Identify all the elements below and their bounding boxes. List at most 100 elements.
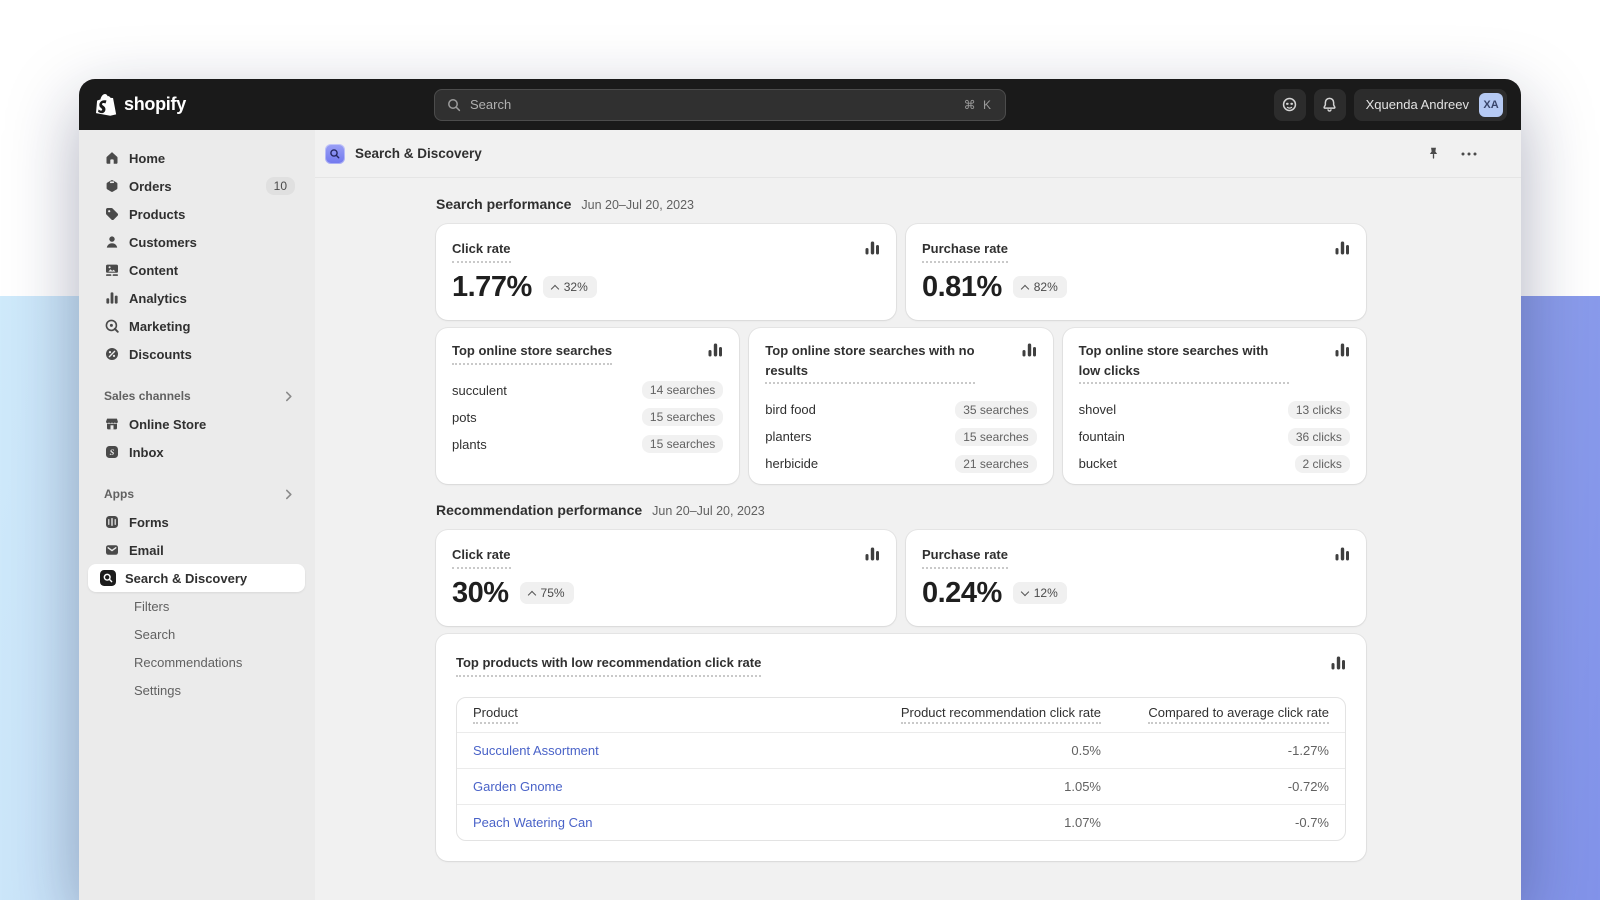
sidebar-item-forms[interactable]: Forms [88,508,305,536]
sidebar-item-label: Orders [129,179,172,194]
count-pill: 35 searches [955,401,1036,419]
search-term: bucket [1079,456,1117,471]
list-card-title[interactable]: Top online store searches [452,341,612,365]
rec-purchase-rate-card: Purchase rate 0.24% 12% [906,530,1366,626]
top-searches-card: Top online store searches succulent 14 s… [436,328,739,484]
table-row: Garden Gnome 1.05% -0.72% [457,768,1345,804]
sidebar-item-label: Inbox [129,445,164,460]
sidebar-item-email[interactable]: Email [88,536,305,564]
topbar: shopify Search ⌘ K Xquenda Andreev [79,79,1521,130]
table-row: Peach Watering Can 1.07% -0.7% [457,804,1345,840]
list-card-title[interactable]: Top online store searches with low click… [1079,341,1289,384]
metric-label[interactable]: Purchase rate [922,239,1008,263]
sidebar-item-discounts[interactable]: Discounts [88,340,305,368]
search-performance-heading: Search performance Jun 20–Jul 20, 2023 [436,196,1366,212]
chevron-right-icon [285,489,293,500]
global-search-input[interactable]: Search ⌘ K [434,89,1006,121]
sidebar-item-marketing[interactable]: Marketing [88,312,305,340]
bar-chart-icon[interactable] [1335,547,1350,566]
sidebar-item-products[interactable]: Products [88,200,305,228]
sidebar-item-search-discovery[interactable]: Search & Discovery [88,564,305,592]
change-badge: 12% [1013,582,1067,604]
sales-channels-header[interactable]: Sales channels [88,382,305,410]
compared-value: -1.27% [1101,743,1329,758]
change-badge: 82% [1013,276,1067,298]
bell-icon [1321,96,1338,113]
section-title: Recommendation performance [436,502,642,518]
home-icon [104,150,120,166]
metric-label[interactable]: Click rate [452,239,511,263]
product-link[interactable]: Garden Gnome [473,779,563,794]
assistant-icon [1281,96,1298,113]
trend-up-icon [527,590,535,598]
product-link[interactable]: Succulent Assortment [473,743,599,758]
sidebar: Home Orders 10 Products Customers Conten… [79,130,315,900]
search-term: fountain [1079,429,1125,444]
online-store-icon [104,416,120,432]
content-scroll[interactable]: Search performance Jun 20–Jul 20, 2023 C… [315,178,1521,900]
more-actions-button[interactable] [1461,152,1477,156]
count-pill: 2 clicks [1295,455,1350,473]
main-area: Search & Discovery Search performance Ju… [315,130,1521,900]
sidebar-item-analytics[interactable]: Analytics [88,284,305,312]
metric-label[interactable]: Click rate [452,545,511,569]
search-shortcut: ⌘ K [964,98,993,112]
list-item: succulent 14 searches [452,377,723,404]
list-card-title[interactable]: Top online store searches with no result… [765,341,975,384]
bar-chart-icon[interactable] [1022,343,1037,362]
discounts-icon [104,346,120,362]
sidebar-item-label: Online Store [129,417,206,432]
column-header-click-rate[interactable]: Product recommendation click rate [901,705,1101,724]
sidebar-subitem-search[interactable]: Search [88,620,305,648]
bar-chart-icon[interactable] [708,343,723,362]
sidebar-item-customers[interactable]: Customers [88,228,305,256]
sidebar-item-content[interactable]: Content [88,256,305,284]
bar-chart-icon[interactable] [1335,343,1350,362]
section-date-range: Jun 20–Jul 20, 2023 [652,504,765,518]
apps-header[interactable]: Apps [88,480,305,508]
change-value: 12% [1034,586,1058,600]
page-header-actions [1426,146,1477,161]
ellipsis-icon [1461,152,1477,156]
sidebar-item-online-store[interactable]: Online Store [88,410,305,438]
orders-icon [104,178,120,194]
inbox-icon: S [104,444,120,460]
column-header-product[interactable]: Product [473,705,518,724]
search-term: succulent [452,383,507,398]
table-title[interactable]: Top products with low recommendation cli… [456,653,761,677]
pin-button[interactable] [1426,146,1441,161]
sidebar-subitem-label: Recommendations [134,655,242,670]
products-table: Product Product recommendation click rat… [456,697,1346,841]
recommendation-metric-cards: Click rate 30% 75% [436,530,1366,626]
metric-label[interactable]: Purchase rate [922,545,1008,569]
shopify-logo[interactable]: shopify [96,93,434,116]
change-value: 75% [541,586,565,600]
count-pill: 15 searches [642,435,723,453]
column-header-compared[interactable]: Compared to average click rate [1148,705,1329,724]
bar-chart-icon[interactable] [1335,241,1350,260]
sidebar-subitem-recommendations[interactable]: Recommendations [88,648,305,676]
section-title: Search performance [436,196,571,212]
content-icon [104,262,120,278]
sidebar-subitem-filters[interactable]: Filters [88,592,305,620]
bar-chart-icon[interactable] [865,547,880,566]
sidebar-item-inbox[interactable]: S Inbox [88,438,305,466]
list-item: shovel 13 clicks [1079,396,1350,423]
user-menu[interactable]: Xquenda Andreev XA [1354,89,1507,121]
app-badge-icon [325,144,345,164]
search-icon [447,98,461,112]
sidebar-item-orders[interactable]: Orders 10 [88,172,305,200]
sidebar-subitem-settings[interactable]: Settings [88,676,305,704]
notifications-button[interactable] [1314,89,1346,121]
sidebar-item-label: Content [129,263,178,278]
assistant-button[interactable] [1274,89,1306,121]
user-name: Xquenda Andreev [1366,97,1469,112]
list-item: plants 15 searches [452,431,723,458]
list-item: herbicide 21 searches [765,450,1036,477]
bar-chart-icon[interactable] [865,241,880,260]
product-link[interactable]: Peach Watering Can [473,815,592,830]
bar-chart-icon[interactable] [1331,656,1346,675]
click-rate-value: 0.5% [841,743,1101,758]
metric-value: 30% [452,577,509,610]
sidebar-item-home[interactable]: Home [88,144,305,172]
